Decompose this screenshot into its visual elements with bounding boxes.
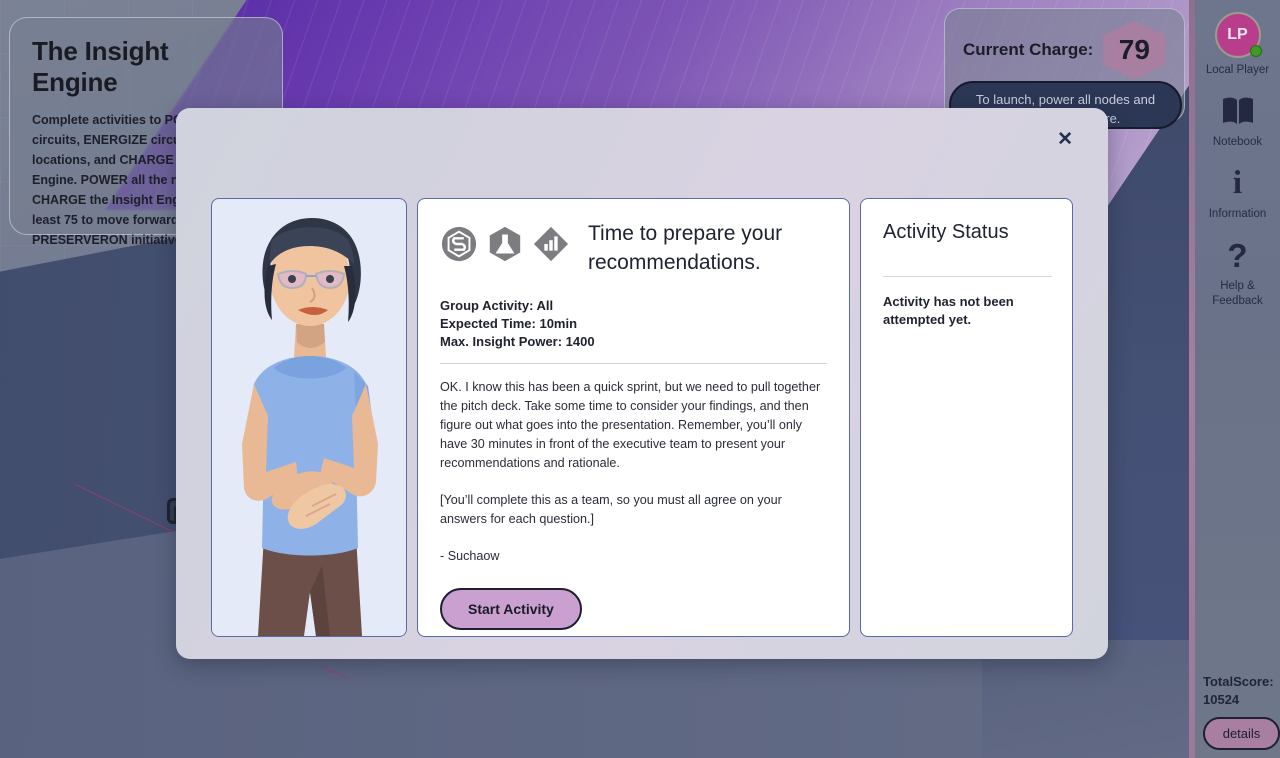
rail-label-information: Information — [1208, 208, 1267, 220]
activity-meta: Group Activity: All Expected Time: 10min… — [440, 297, 827, 351]
activity-status-text: Activity has not been attempted yet. — [883, 294, 1014, 327]
suchaow-portrait-icon — [212, 206, 406, 636]
activity-content-card: Time to prepare your recommendations. Gr… — [417, 198, 850, 637]
activity-status-card: Activity Status Activity has not been at… — [860, 198, 1073, 637]
rail-item-notebook[interactable]: Notebook — [1195, 92, 1280, 150]
current-charge-panel: Current Charge: 79 To launch, power all … — [944, 8, 1185, 129]
activity-brief-modal: ✕ Activity Brief — [176, 108, 1108, 659]
brief-paragraph-2: [You’ll complete this as a team, so you … — [440, 493, 782, 526]
content-divider — [440, 363, 827, 364]
meta-max-power: Max. Insight Power: 1400 — [440, 334, 595, 349]
activity-header: Time to prepare your recommendations. — [440, 219, 827, 277]
rail-label-player: Local Player — [1205, 64, 1270, 76]
brief-paragraph-1: OK. I know this has been a quick sprint,… — [440, 380, 821, 470]
lab-flask-icon — [489, 226, 521, 262]
details-button[interactable]: details — [1202, 717, 1280, 750]
notebook-icon — [1218, 92, 1258, 130]
modal-body: Time to prepare your recommendations. Gr… — [211, 198, 1073, 637]
right-rail: LP Local Player Notebook i Information ? — [1195, 0, 1280, 758]
rail-label-notebook: Notebook — [1212, 136, 1263, 148]
bar-chart-icon — [533, 226, 569, 262]
activity-badges — [440, 219, 570, 263]
start-activity-button[interactable]: Start Activity — [440, 588, 582, 630]
activity-status-title: Activity Status — [883, 221, 1009, 243]
avatar[interactable]: LP — [1214, 12, 1262, 58]
total-score-label: TotalScore: — [1203, 674, 1274, 689]
rail-item-player[interactable]: LP Local Player — [1195, 12, 1280, 78]
help-icon: ? — [1227, 236, 1248, 274]
meta-group-activity: Group Activity: All — [440, 298, 554, 313]
charge-hexagon: 79 — [1103, 21, 1166, 79]
current-charge-label: Current Charge: — [963, 40, 1094, 59]
game-screen: The Insight Engine Complete activities t… — [0, 0, 1280, 758]
status-divider — [883, 276, 1052, 277]
online-status-dot-icon — [1249, 45, 1262, 57]
score-block: TotalScore: 10524 details — [1195, 673, 1280, 750]
total-score-value: 10524 — [1203, 692, 1240, 707]
rail-item-information[interactable]: i Information — [1195, 164, 1280, 222]
activity-headline: Time to prepare your recommendations. — [588, 222, 783, 274]
character-portrait-card — [211, 198, 407, 637]
close-icon[interactable]: ✕ — [1057, 130, 1073, 149]
rail-item-help[interactable]: ? Help & Feedback — [1195, 236, 1280, 309]
information-icon: i — [1232, 164, 1243, 201]
insight-engine-icon — [441, 226, 477, 262]
rail-label-help: Help & Feedback — [1212, 280, 1263, 307]
meta-expected-time: Expected Time: 10min — [440, 316, 578, 331]
page-title: The Insight Engine — [32, 36, 169, 97]
charge-row: Current Charge: 79 — [945, 9, 1184, 79]
brief-signature: - Suchaow — [440, 549, 500, 563]
charge-value: 79 — [1118, 34, 1150, 65]
